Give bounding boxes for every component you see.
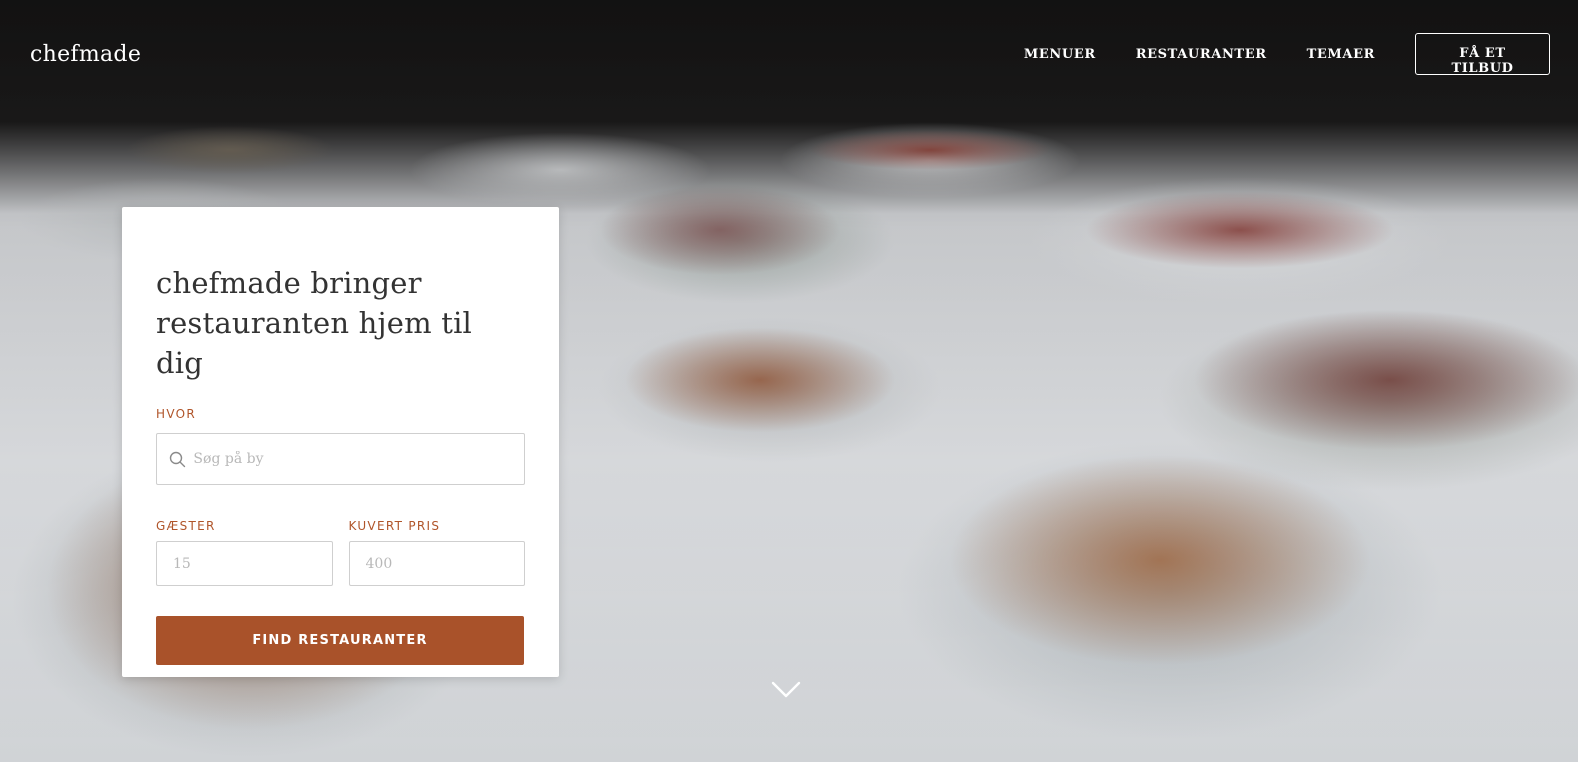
guests-price-row: GÆSTER KUVERT PRIS xyxy=(156,519,525,586)
get-offer-button[interactable]: FÅ ET TILBUD xyxy=(1415,33,1550,76)
price-group: KUVERT PRIS xyxy=(348,519,525,586)
price-input[interactable] xyxy=(365,542,524,585)
guests-field xyxy=(156,541,333,586)
page-title: chefmade bringer restauranten hjem til d… xyxy=(156,263,525,383)
guests-label: GÆSTER xyxy=(156,519,216,533)
search-card: chefmade bringer restauranten hjem til d… xyxy=(122,207,559,677)
where-label: HVOR xyxy=(156,407,197,421)
search-icon xyxy=(157,451,193,468)
find-restaurants-button[interactable]: FIND RESTAURANTER xyxy=(156,616,524,665)
price-label: KUVERT PRIS xyxy=(348,519,441,533)
nav-link-menuer[interactable]: MENUER xyxy=(1024,47,1096,62)
city-search-input[interactable] xyxy=(193,434,524,484)
nav-link-temaer[interactable]: TEMAER xyxy=(1307,47,1375,62)
guests-group: GÆSTER xyxy=(156,519,333,586)
chevron-down-icon[interactable] xyxy=(771,680,801,700)
where-field xyxy=(156,433,525,485)
site-header: chefmade MENUER RESTAURANTER TEMAER FÅ E… xyxy=(0,0,1578,108)
main-nav: MENUER RESTAURANTER TEMAER FÅ ET TILBUD xyxy=(984,33,1550,76)
guests-input[interactable] xyxy=(173,542,332,585)
nav-link-restauranter[interactable]: RESTAURANTER xyxy=(1136,47,1267,62)
price-field xyxy=(348,541,525,586)
logo[interactable]: chefmade xyxy=(30,42,141,67)
title-line-2: restauranten hjem til dig xyxy=(156,306,473,380)
title-line-1: chefmade bringer xyxy=(156,266,422,300)
